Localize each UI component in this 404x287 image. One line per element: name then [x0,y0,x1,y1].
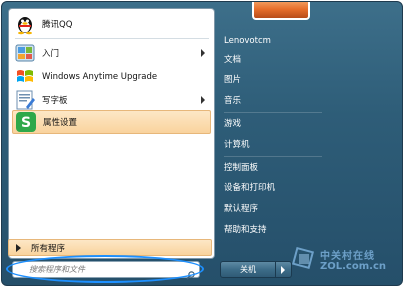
places-item-documents[interactable]: 文档 [224,51,324,69]
places-separator [224,156,322,157]
program-item-windows-anytime-upgrade[interactable]: Windows Anytime Upgrade [12,65,211,89]
places-item-default-programs[interactable]: 默认程序 [224,200,324,218]
program-item-label: 入门 [42,49,60,59]
program-list-pane: 腾讯QQ 入门 Windows Anytime Upgrade 写字板 S 属性… [8,8,215,259]
program-item-label: 写字板 [42,96,68,106]
submenu-arrow-icon[interactable] [201,96,205,104]
program-item-label: 腾讯QQ [42,20,73,30]
search-icon[interactable] [186,265,195,280]
places-item-control-panel[interactable]: 控制面板 [224,159,324,177]
svg-text:S: S [21,115,31,131]
search-input[interactable] [15,263,189,276]
places-item-computer[interactable]: 计算机 [224,136,324,154]
wordpad-icon [14,89,36,111]
program-item-wordpad[interactable]: 写字板 [12,88,211,112]
places-item-games[interactable]: 游戏 [224,115,324,133]
program-item-properties-settings[interactable]: S 属性设置 [12,110,211,134]
places-item-devices-printers[interactable]: 设备和打印机 [224,179,324,197]
submenu-arrow-icon[interactable] [201,49,205,57]
zol-logo-icon [291,246,316,271]
user-picture-avatar[interactable] [252,2,310,20]
places-separator [224,112,322,113]
menu-separator [15,38,209,39]
watermark-text-cn: 中关村在线 [320,251,375,262]
all-programs-button[interactable]: 所有程序 [8,239,212,256]
program-item-label: 属性设置 [43,118,78,128]
places-item-music[interactable]: 音乐 [224,92,324,110]
program-item-qq[interactable]: 腾讯QQ [12,12,211,36]
search-box[interactable] [12,261,200,280]
places-item-help-support[interactable]: 帮助和支持 [224,221,324,239]
expand-arrow-icon [16,243,21,252]
chevron-right-icon [281,266,285,274]
getting-started-icon [14,42,36,64]
program-item-label: Windows Anytime Upgrade [42,72,158,82]
windows-logo-icon [14,66,36,88]
places-item-pictures[interactable]: 图片 [224,71,324,89]
zol-watermark: 中关村在线 ZOL.com.cn [291,245,396,279]
watermark-text-url: ZOL.com.cn [320,261,386,272]
sogou-s-icon: S [15,111,37,133]
places-item-user-folder[interactable]: Lenovotcm [224,32,324,50]
shutdown-options-button[interactable] [276,261,292,278]
qq-penguin-icon [14,13,36,35]
shutdown-button[interactable]: 关机 [220,261,276,278]
start-menu: 腾讯QQ 入门 Windows Anytime Upgrade 写字板 S 属性… [1,1,403,286]
all-programs-label: 所有程序 [31,243,66,254]
program-item-getting-started[interactable]: 入门 [12,41,211,65]
